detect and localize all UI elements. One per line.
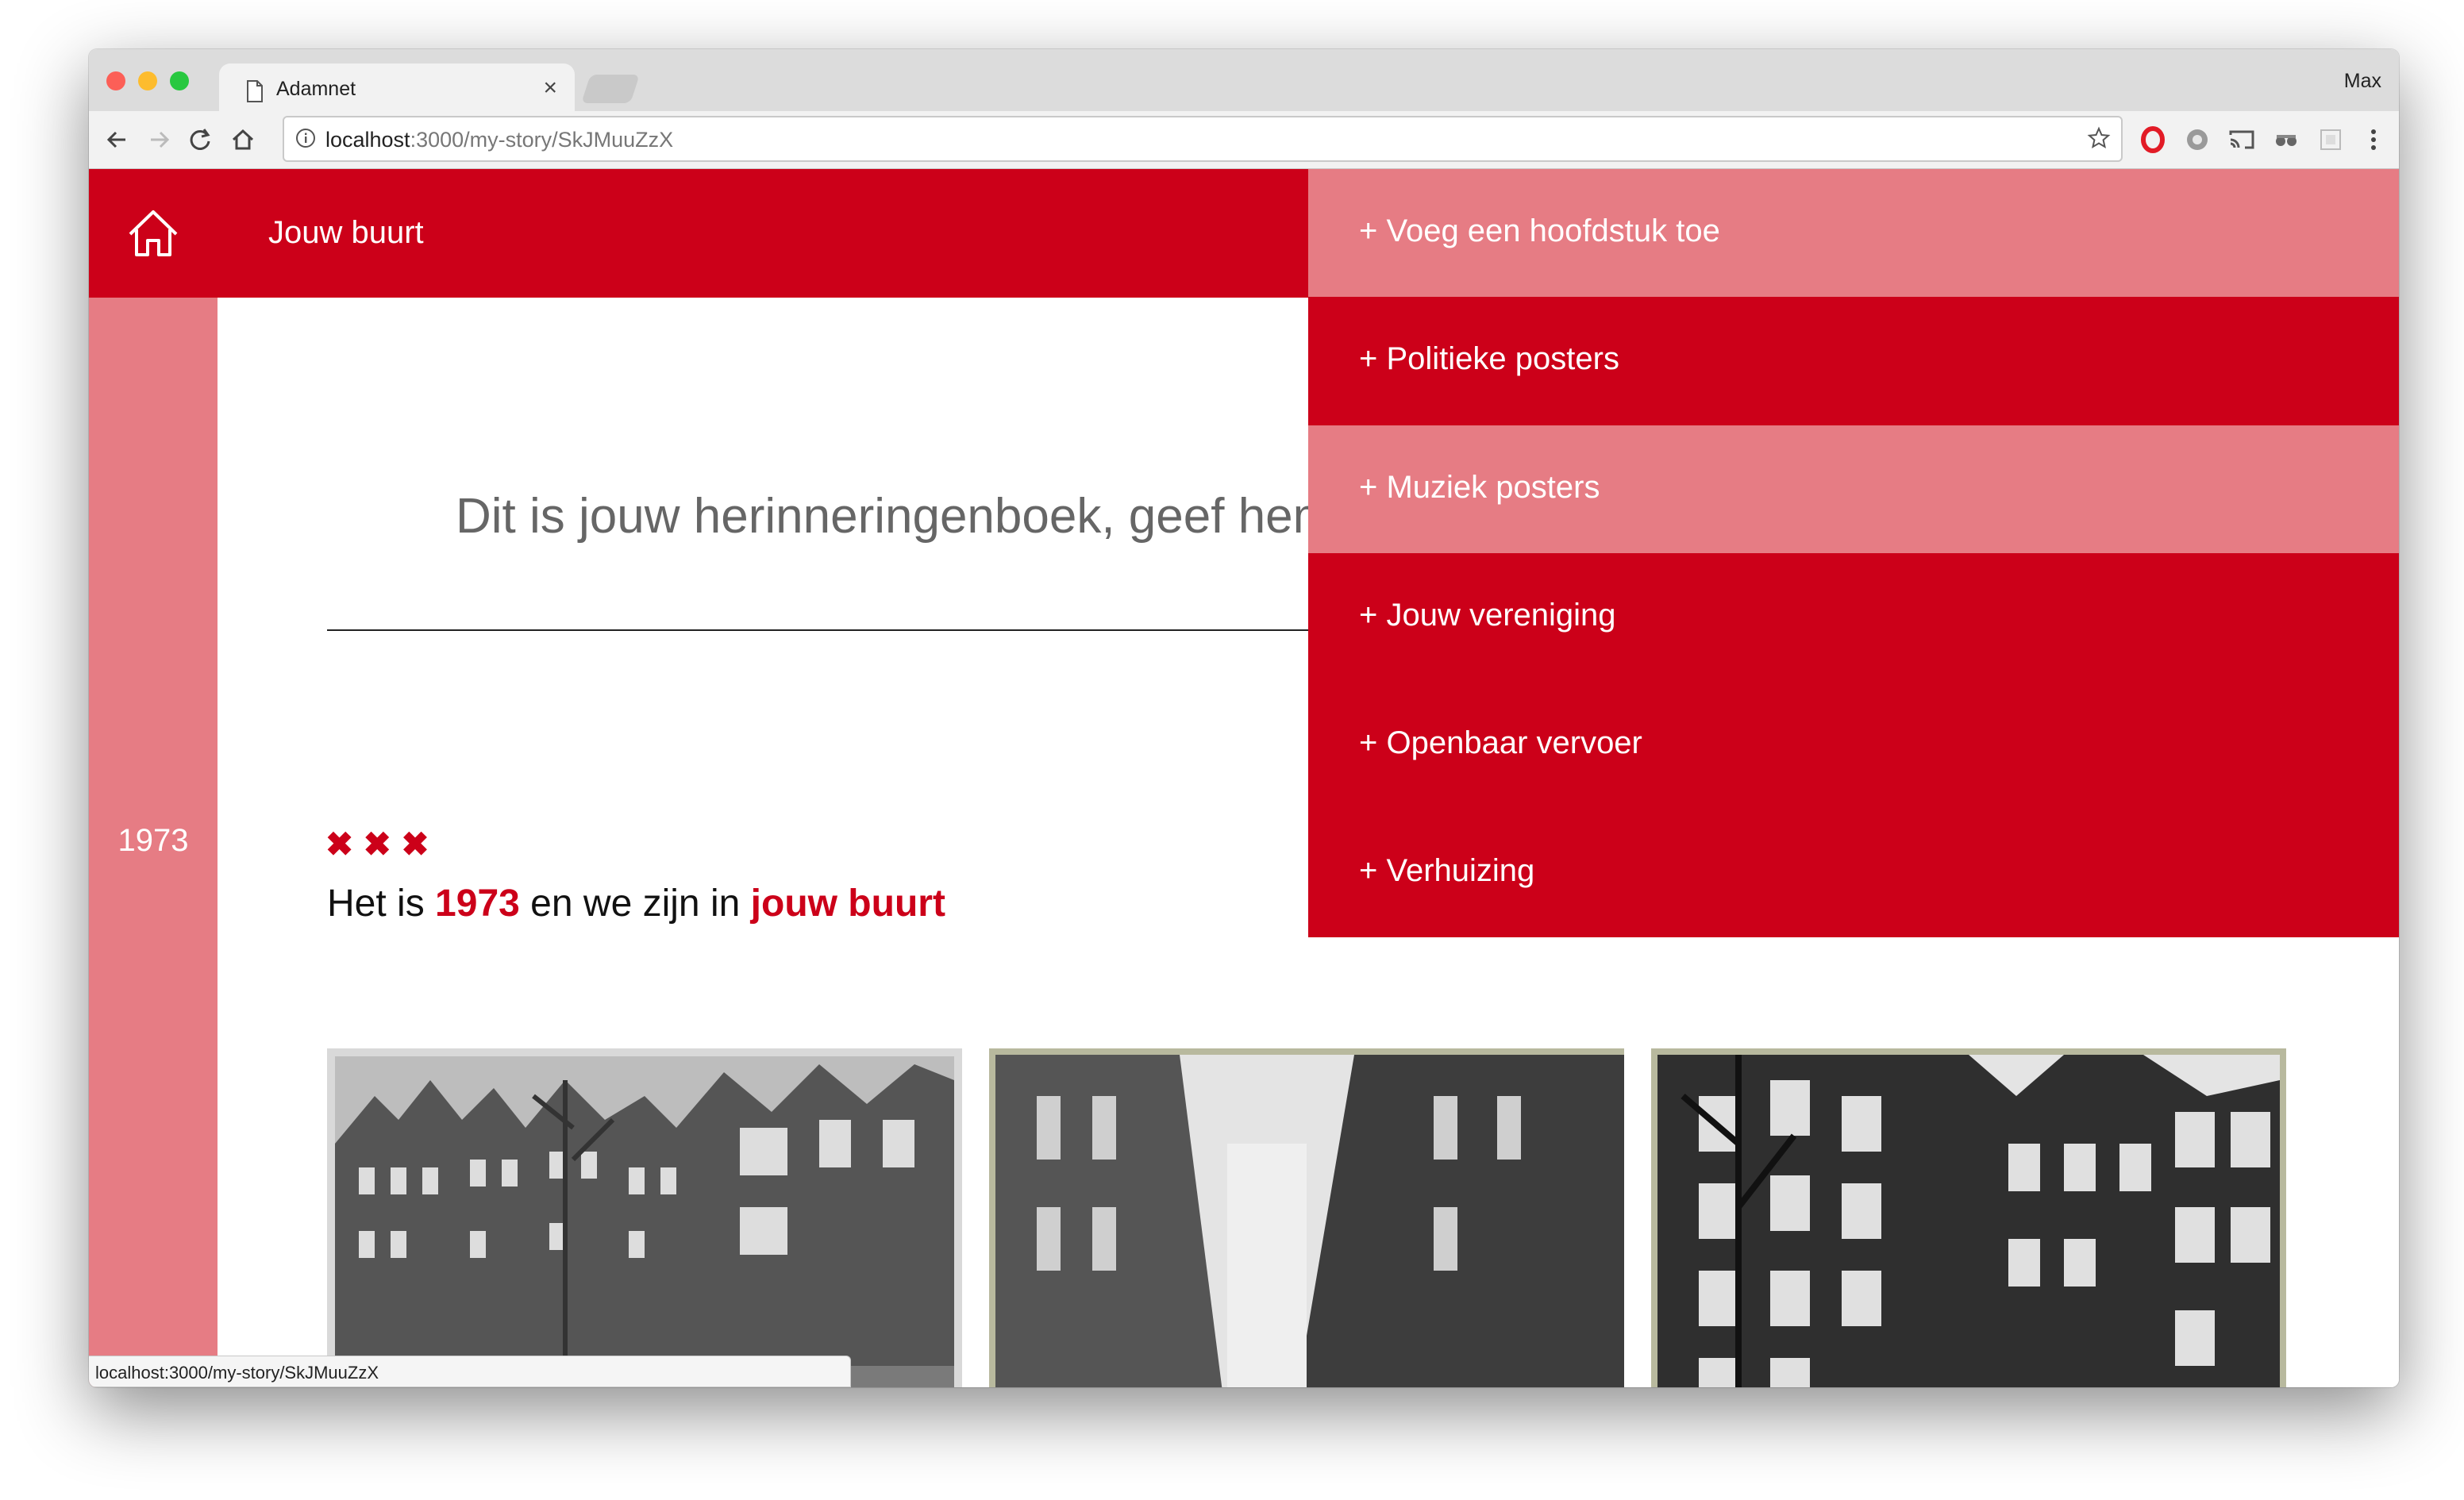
timeline-year[interactable]: 1973 <box>89 823 218 859</box>
minimize-window-button[interactable] <box>138 71 157 90</box>
photo-card[interactable] <box>327 1048 962 1387</box>
street-photo <box>989 1048 1624 1387</box>
menu-item-public-transport[interactable]: + Openbaar vervoer <box>1308 681 2399 810</box>
home-browser-icon[interactable] <box>225 122 260 157</box>
book-title-placeholder: Dit is jouw herinneringenboek, geef hem … <box>456 489 1359 544</box>
cross-icon: ✖ <box>325 825 354 863</box>
menu-item-music-posters[interactable]: + Muziek posters <box>1308 425 2399 553</box>
chapter-headline: Het is 1973 en we zijn in jouw buurt <box>327 882 945 925</box>
home-icon[interactable] <box>124 204 183 263</box>
chapter-menu: + Voeg een hoofdstuk toe + Politieke pos… <box>1308 169 2399 937</box>
page-title: Jouw buurt <box>268 215 424 250</box>
profile-name[interactable]: Max <box>2344 70 2381 93</box>
cast-icon[interactable] <box>2226 124 2258 156</box>
menu-item-add-chapter[interactable]: + Voeg een hoofdstuk toe <box>1308 169 2399 298</box>
input-underline <box>327 629 1359 631</box>
reload-icon[interactable] <box>183 122 218 157</box>
cross-icon: ✖ <box>401 825 429 863</box>
browser-window: Adamnet × Max localhost:3000/my-story/Sk… <box>89 49 2399 1387</box>
close-window-button[interactable] <box>106 71 125 90</box>
headline-text: Het is <box>327 883 425 925</box>
site-header: Jouw buurt <box>89 169 1308 298</box>
photo-card[interactable] <box>989 1048 1624 1387</box>
tab-title: Adamnet <box>276 78 356 100</box>
photo-card[interactable] <box>1651 1048 2286 1387</box>
cross-icon: ✖ <box>363 825 391 863</box>
browser-titlebar: Adamnet × Max <box>89 49 2399 113</box>
street-photo <box>327 1048 962 1387</box>
bookmark-star-icon[interactable] <box>2086 125 2112 151</box>
document-icon <box>247 80 263 102</box>
headline-year: 1973 <box>435 883 520 925</box>
browser-tab[interactable]: Adamnet × <box>219 63 575 113</box>
browser-toolbar: localhost:3000/my-story/SkJMuuZzX <box>89 111 2399 169</box>
maximize-window-button[interactable] <box>170 71 189 90</box>
headline-text: en we zijn in <box>530 883 741 925</box>
status-bar: localhost:3000/my-story/SkJMuuZzX <box>89 1356 851 1387</box>
opera-extension-icon[interactable] <box>2137 124 2169 156</box>
book-title-input[interactable]: Dit is jouw herinneringenboek, geef hem … <box>327 460 1359 571</box>
grid-extension-icon[interactable] <box>2315 124 2347 156</box>
timeline-sidebar <box>89 169 218 1387</box>
new-tab-button[interactable] <box>581 75 640 103</box>
incognito-extension-icon[interactable] <box>2270 124 2302 156</box>
menu-item-moving[interactable]: + Verhuizing <box>1308 809 2399 937</box>
settings-extension-icon[interactable] <box>2181 124 2213 156</box>
menu-item-political-posters[interactable]: + Politieke posters <box>1308 297 2399 425</box>
browser-menu-icon[interactable] <box>2358 124 2389 156</box>
info-icon[interactable] <box>295 128 316 148</box>
tab-close-icon[interactable]: × <box>543 75 557 102</box>
url-text: localhost:3000/my-story/SkJMuuZzX <box>325 128 674 152</box>
amsterdam-crosses: ✖ ✖ ✖ <box>325 825 436 863</box>
headline-place: jouw buurt <box>750 883 945 925</box>
menu-item-your-association[interactable]: + Jouw vereniging <box>1308 552 2399 682</box>
address-bar[interactable]: localhost:3000/my-story/SkJMuuZzX <box>283 116 2123 162</box>
back-arrow-icon[interactable] <box>100 122 135 157</box>
forward-arrow-icon[interactable] <box>141 122 176 157</box>
page-content: Jouw buurt 1973 Dit is jouw herinneringe… <box>89 169 2399 1387</box>
street-photo <box>1651 1048 2286 1387</box>
